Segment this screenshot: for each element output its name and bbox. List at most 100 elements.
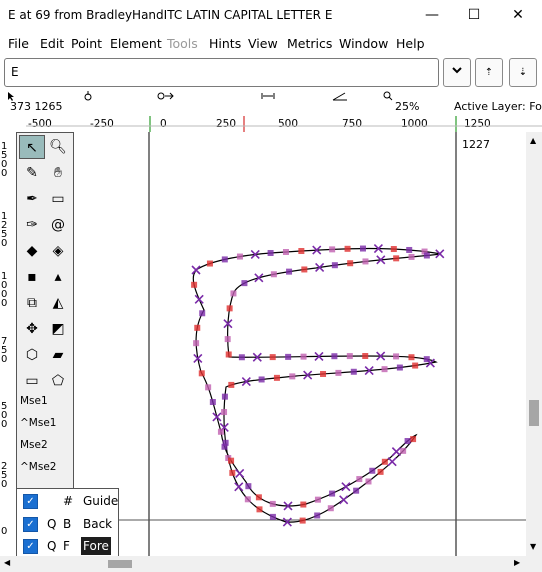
- menu-edit[interactable]: Edit: [40, 36, 64, 51]
- minimize-button[interactable]: —: [410, 0, 454, 30]
- control-point: [191, 281, 198, 288]
- control-point: [285, 353, 292, 360]
- control-point: [228, 457, 235, 464]
- vruler-label: 7 5 0: [1, 336, 8, 365]
- vruler-label: 1 2 5 0: [1, 211, 8, 249]
- control-point-x: [235, 468, 245, 479]
- vertical-scroll-thumb[interactable]: [529, 400, 539, 426]
- control-point-x: [194, 294, 204, 304]
- control-point: [205, 384, 212, 391]
- pen-tool-icon[interactable]: ✒: [19, 187, 45, 211]
- magnify-tool-icon[interactable]: 🔍︎: [45, 135, 71, 159]
- ruler-tool-icon[interactable]: ▭: [45, 187, 71, 211]
- glyph-name-field[interactable]: E: [4, 58, 439, 87]
- layer-visible-checkbox[interactable]: ✓: [23, 494, 38, 509]
- control-point: [269, 354, 276, 361]
- control-point: [221, 409, 228, 416]
- point-info-icon: [84, 91, 92, 101]
- control-point-x: [234, 482, 244, 492]
- horizontal-scrollbar[interactable]: ◀ ▶: [0, 556, 542, 572]
- control-point: [198, 370, 205, 377]
- glyph-name-value: E: [11, 65, 19, 79]
- spiral-tool-icon[interactable]: @: [45, 213, 71, 237]
- vertical-scrollbar[interactable]: ▲ ▼: [526, 132, 542, 556]
- zoom-info-icon: [383, 91, 393, 101]
- control-point: [393, 255, 400, 262]
- control-point: [289, 373, 296, 380]
- layer-visible-checkbox[interactable]: ✓: [23, 517, 38, 532]
- control-point: [344, 245, 351, 252]
- layer-fore[interactable]: ✓ Q F Fore: [17, 535, 118, 557]
- angle-icon: [332, 92, 347, 101]
- control-point: [327, 505, 334, 512]
- rectangle-tool-icon[interactable]: ▭: [19, 369, 45, 393]
- control-point: [224, 336, 231, 343]
- title-bar: E at 69 from BradleyHandITC LATIN CAPITA…: [0, 0, 542, 32]
- control-point: [229, 469, 236, 476]
- perspective-tool-icon[interactable]: ▰: [45, 343, 71, 367]
- menu-hints[interactable]: Hints: [209, 36, 241, 51]
- control-point: [221, 393, 228, 400]
- spiro-tool-icon[interactable]: ✑: [19, 213, 45, 237]
- control-point: [353, 487, 360, 494]
- menu-view[interactable]: View: [248, 36, 278, 51]
- control-point: [404, 438, 411, 445]
- control-point: [412, 362, 419, 369]
- layer-guide[interactable]: ✓ # Guide: [17, 490, 118, 512]
- control-point: [206, 260, 213, 267]
- control-point-x: [391, 447, 401, 457]
- pencil-tool-icon[interactable]: ✎: [19, 161, 45, 185]
- scroll-right-icon[interactable]: ▶: [514, 558, 520, 567]
- control-point: [423, 252, 430, 259]
- menu-help[interactable]: Help: [396, 36, 425, 51]
- layers-palette: ✓ # Guide ✓ Q B Back ✓ Q F Fore: [16, 488, 119, 558]
- menu-window[interactable]: Window: [339, 36, 388, 51]
- menu-element[interactable]: Element: [110, 36, 162, 51]
- control-point: [369, 467, 376, 474]
- close-button[interactable]: ✕: [496, 0, 540, 30]
- layer-symbol: #: [63, 494, 74, 508]
- polygon-tool-icon[interactable]: ⬠: [45, 369, 71, 393]
- control-point: [329, 490, 336, 497]
- layer-visible-checkbox[interactable]: ✓: [23, 539, 38, 554]
- menu-metrics[interactable]: Metrics: [287, 36, 332, 51]
- control-point: [245, 483, 252, 490]
- layer-back[interactable]: ✓ Q B Back: [17, 513, 118, 535]
- pointer-tool-icon[interactable]: ↖: [19, 135, 45, 159]
- control-point: [365, 478, 372, 485]
- menu-bar: File Edit Point Element Tools Hints View…: [0, 32, 542, 54]
- control-point: [221, 256, 228, 263]
- tangent-point-tool-icon[interactable]: ▴: [45, 265, 71, 289]
- hvcurve-point-tool-icon[interactable]: ◈: [45, 239, 71, 263]
- scale-tool-icon[interactable]: ⧉: [19, 291, 45, 315]
- rotate-tool-icon[interactable]: ✥: [19, 317, 45, 341]
- menu-point[interactable]: Point: [71, 36, 102, 51]
- menu-tools[interactable]: Tools: [167, 36, 198, 51]
- scroll-down-icon[interactable]: ▼: [530, 542, 536, 551]
- control-point: [400, 447, 407, 454]
- scroll-up-icon[interactable]: ▲: [530, 136, 536, 145]
- layer-name: Back: [83, 517, 113, 531]
- layer-name: Fore: [81, 537, 111, 555]
- corner-point-tool-icon[interactable]: ▪: [19, 265, 45, 289]
- vruler-label: 1 0 0 0: [1, 271, 8, 309]
- glyph-dropdown-button[interactable]: [443, 58, 471, 87]
- control-point: [256, 506, 263, 513]
- scroll-left-icon[interactable]: ◀: [4, 558, 10, 567]
- 3d-rotate-tool-icon[interactable]: ⬡: [19, 343, 45, 367]
- hand-tool-icon[interactable]: ✋︎: [45, 161, 71, 185]
- control-point: [377, 468, 384, 475]
- curve-point-tool-icon[interactable]: ◆: [19, 239, 45, 263]
- horizontal-scroll-thumb[interactable]: [108, 560, 132, 568]
- next-glyph-button[interactable]: ⇣: [509, 58, 537, 87]
- control-point: [258, 376, 265, 383]
- skew-tool-icon[interactable]: ◩: [45, 317, 71, 341]
- menu-file[interactable]: File: [8, 36, 29, 51]
- control-point: [390, 246, 397, 253]
- flip-tool-icon[interactable]: ◭: [45, 291, 71, 315]
- control-point: [393, 353, 400, 360]
- maximize-button[interactable]: ☐: [452, 0, 496, 30]
- prev-glyph-button[interactable]: ⇡: [475, 58, 503, 87]
- vruler-label: 5 0 0: [1, 401, 8, 430]
- layer-quadratic-flag: Q: [47, 517, 57, 531]
